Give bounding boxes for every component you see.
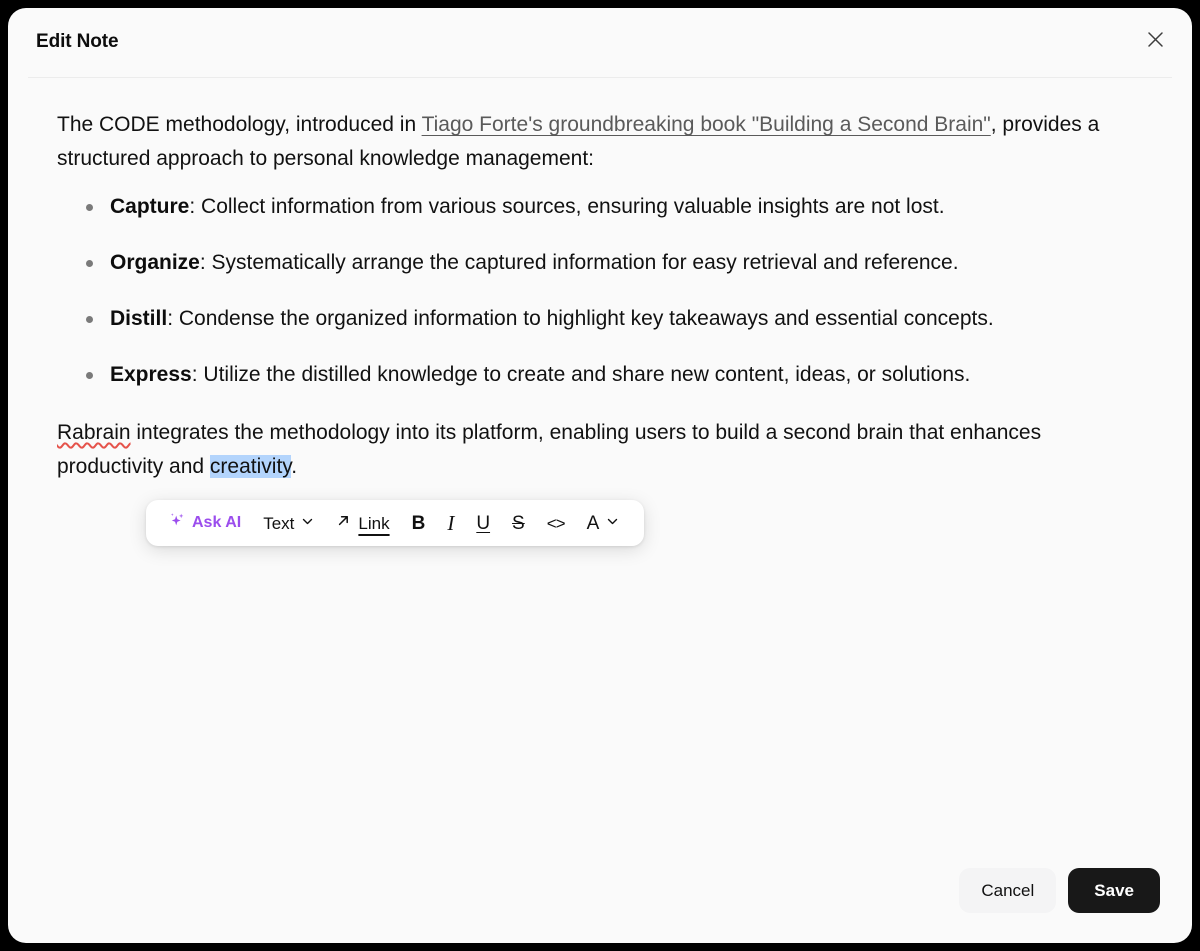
bullet-text: : Utilize the distilled knowledge to cre…: [191, 363, 971, 387]
underline-button[interactable]: U: [465, 506, 501, 540]
bullet-term: Distill: [110, 307, 168, 331]
final-paragraph-text: integrates the methodology into its plat…: [57, 421, 1042, 479]
chevron-down-icon: [606, 513, 619, 533]
italic-button[interactable]: I: [436, 506, 465, 540]
intro-text-before-link: The CODE methodology, introduced in: [57, 113, 422, 136]
book-link[interactable]: Tiago Forte's groundbreaking book "Build…: [422, 113, 991, 136]
text-style-label: Text: [263, 513, 295, 533]
bullet-text: : Systematically arrange the captured in…: [199, 251, 959, 275]
strikethrough-icon: S: [512, 512, 525, 534]
list-item: Organize: Systematically arrange the cap…: [57, 246, 1137, 280]
code-icon: <>: [546, 513, 566, 533]
code-button[interactable]: <>: [536, 506, 576, 540]
final-paragraph: Rabrain integrates the methodology into …: [57, 416, 1132, 484]
ask-ai-button[interactable]: Ask AI: [160, 506, 252, 540]
link-button[interactable]: Link: [325, 506, 400, 540]
text-color-icon: A: [586, 512, 600, 534]
code-methodology-list: Capture: Collect information from variou…: [57, 190, 1152, 392]
bullet-term: Organize: [110, 251, 200, 275]
bullet-text: : Collect information from various sourc…: [189, 195, 945, 219]
bold-button[interactable]: B: [401, 506, 437, 540]
chevron-down-icon: [301, 513, 314, 533]
sparkle-icon: [168, 512, 186, 535]
close-icon[interactable]: [1140, 24, 1170, 54]
bullet-text: : Condense the organized information to …: [167, 307, 994, 331]
arrow-up-right-icon: [336, 513, 351, 533]
link-label: Link: [358, 513, 390, 533]
cancel-button[interactable]: Cancel: [959, 868, 1057, 913]
modal-header: Edit Note: [28, 8, 1172, 78]
formatting-toolbar: Ask AI Text Link B I U S <> A: [146, 500, 645, 546]
bullet-term: Express: [110, 363, 192, 387]
text-color-dropdown[interactable]: A: [576, 506, 631, 540]
note-editor[interactable]: The CODE methodology, introduced in Tiag…: [8, 78, 1192, 484]
italic-icon: I: [447, 510, 455, 535]
text-style-dropdown[interactable]: Text: [252, 506, 325, 540]
list-item: Distill: Condense the organized informat…: [57, 302, 1137, 336]
underline-icon: U: [476, 512, 491, 534]
bold-icon: B: [411, 512, 426, 534]
modal-footer: Cancel Save: [959, 868, 1160, 913]
selected-text[interactable]: creativity: [209, 455, 292, 479]
strikethrough-button[interactable]: S: [501, 506, 536, 540]
ask-ai-label: Ask AI: [192, 514, 242, 531]
bullet-term: Capture: [110, 195, 190, 219]
intro-paragraph: The CODE methodology, introduced in Tiag…: [57, 108, 1132, 176]
final-paragraph-trailing: .: [291, 455, 298, 479]
edit-note-modal: Edit Note The CODE methodology, introduc…: [8, 8, 1192, 943]
list-item: Express: Utilize the distilled knowledge…: [57, 358, 1137, 392]
save-button[interactable]: Save: [1068, 868, 1160, 913]
misspelled-word: Rabrain: [57, 421, 131, 445]
list-item: Capture: Collect information from variou…: [57, 190, 1137, 224]
page-title: Edit Note: [36, 31, 119, 52]
